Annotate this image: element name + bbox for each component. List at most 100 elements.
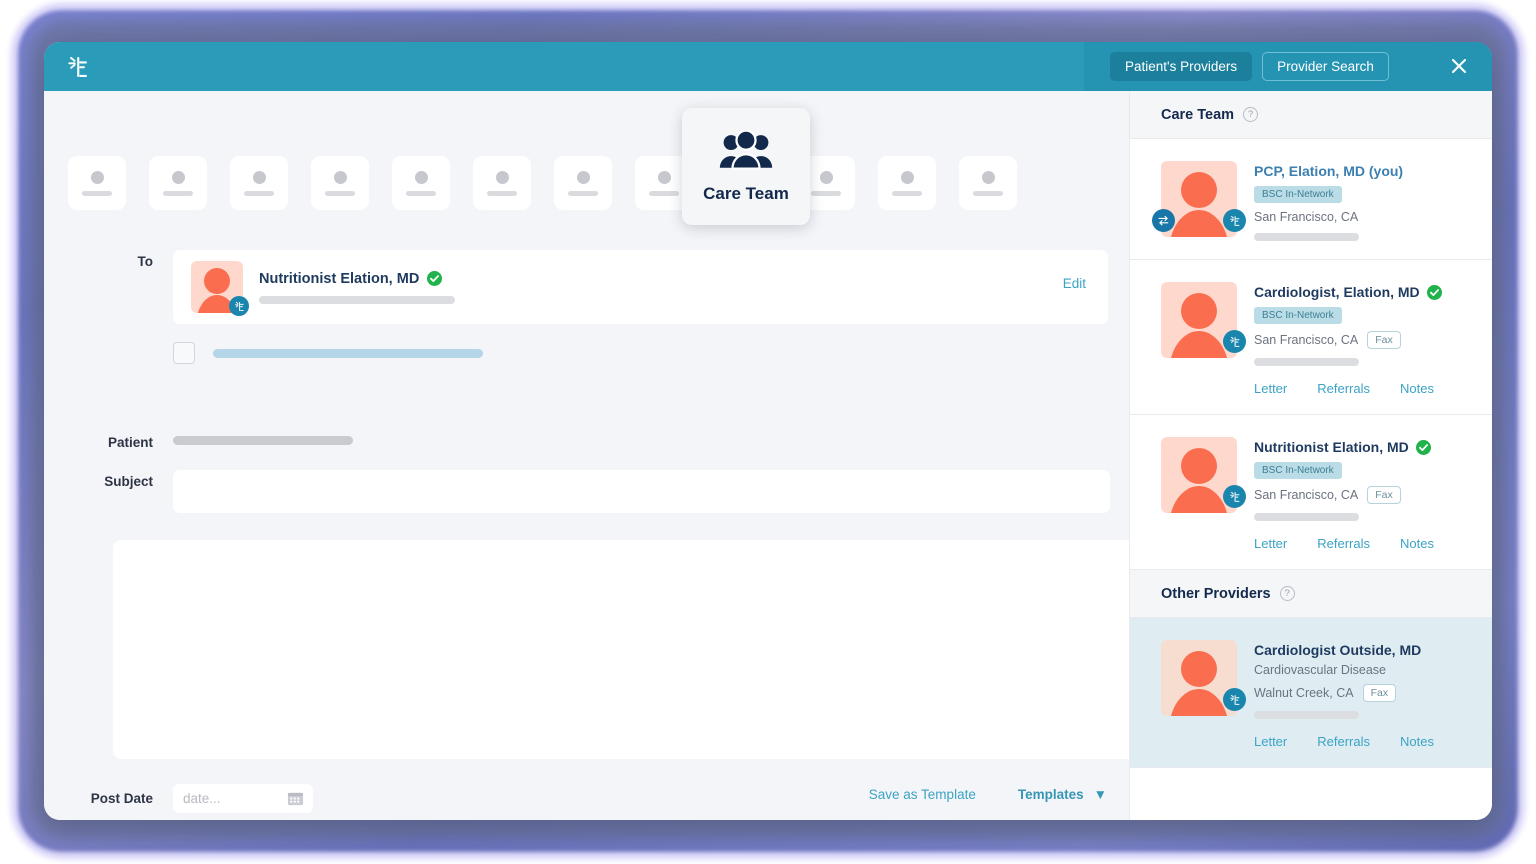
referrals-link[interactable]: Referrals — [1317, 734, 1370, 749]
placeholder-dot — [658, 171, 671, 184]
toolbar-placeholder-icon[interactable] — [554, 156, 612, 210]
care-team-tooltip-label: Care Team — [703, 184, 789, 204]
tab-patients-providers[interactable]: Patient's Providers — [1110, 52, 1252, 81]
recipient-details: Nutritionist Elation, MD — [259, 271, 455, 304]
placeholder-dot — [577, 171, 590, 184]
template-actions: Save as Template Templates ▼ — [869, 787, 1107, 802]
placeholder-bar — [487, 191, 517, 196]
referrals-link[interactable]: Referrals — [1317, 536, 1370, 551]
post-date-row: Post Date date... — [68, 784, 313, 813]
provider-actions: Letter Referrals Notes — [1254, 381, 1472, 396]
provider-detail-placeholder — [1254, 513, 1359, 521]
post-date-input[interactable]: date... — [173, 784, 313, 813]
provider-card[interactable]: Nutritionist Elation, MD BSC In-Network … — [1130, 415, 1492, 570]
subject-field-row: Subject — [68, 470, 1110, 513]
provider-name[interactable]: Nutritionist Elation, MD — [1254, 439, 1409, 455]
notes-link[interactable]: Notes — [1400, 734, 1434, 749]
placeholder-dot — [901, 171, 914, 184]
cc-checkbox[interactable] — [173, 342, 195, 364]
placeholder-bar — [406, 191, 436, 196]
toolbar-placeholder-icon[interactable] — [68, 156, 126, 210]
tab-provider-search-label: Provider Search — [1277, 59, 1374, 74]
provider-avatar — [1161, 161, 1237, 237]
fax-button[interactable]: Fax — [1363, 684, 1397, 702]
provider-card[interactable]: Cardiologist Outside, MD Cardiovascular … — [1130, 618, 1492, 768]
placeholder-dot — [334, 171, 347, 184]
provider-avatar — [1161, 640, 1237, 716]
placeholder-bar — [325, 191, 355, 196]
toolbar-placeholder-icon[interactable] — [311, 156, 369, 210]
provider-location: Walnut Creek, CA — [1254, 686, 1354, 700]
swap-icon[interactable] — [1152, 209, 1175, 232]
provider-card[interactable]: PCP, Elation, MD (you) BSC In-Network Sa… — [1130, 139, 1492, 260]
elation-logo-icon — [1223, 209, 1246, 232]
placeholder-dot — [91, 171, 104, 184]
toolbar-placeholder-icon[interactable] — [149, 156, 207, 210]
tab-patients-providers-label: Patient's Providers — [1125, 59, 1237, 74]
post-date-placeholder: date... — [183, 791, 221, 806]
provider-name[interactable]: Cardiologist, Elation, MD — [1254, 284, 1420, 300]
patient-value-placeholder — [173, 436, 353, 445]
provider-actions: Letter Referrals Notes — [1254, 536, 1472, 551]
other-providers-section-title: Other Providers — [1161, 586, 1271, 602]
save-as-template-link[interactable]: Save as Template — [869, 787, 976, 802]
toolbar-placeholder-icon[interactable] — [230, 156, 288, 210]
provider-name[interactable]: PCP, Elation, MD (you) — [1254, 163, 1403, 179]
provider-detail-placeholder — [1254, 711, 1359, 719]
help-icon[interactable]: ? — [1243, 107, 1258, 122]
tab-provider-search[interactable]: Provider Search — [1262, 52, 1389, 81]
fax-button[interactable]: Fax — [1367, 331, 1401, 349]
compose-message-pane: Care Team To — [44, 91, 1129, 820]
provider-detail-placeholder — [1254, 233, 1359, 241]
calendar-icon[interactable] — [287, 790, 304, 812]
provider-name[interactable]: Cardiologist Outside, MD — [1254, 642, 1421, 658]
elation-logo-icon — [1223, 688, 1246, 711]
app-top-bar: Patient's Providers Provider Search — [44, 42, 1492, 91]
verified-check-icon — [1427, 285, 1442, 300]
placeholder-bar — [811, 191, 841, 196]
network-badge: BSC In-Network — [1254, 462, 1342, 479]
network-badge: BSC In-Network — [1254, 186, 1342, 203]
verified-check-icon — [427, 271, 442, 286]
provider-actions: Letter Referrals Notes — [1254, 734, 1472, 749]
cc-label-placeholder — [213, 349, 483, 358]
templates-dropdown[interactable]: Templates ▼ — [1018, 787, 1107, 802]
care-team-tooltip-card[interactable]: Care Team — [682, 108, 810, 225]
toolbar-placeholder-icon[interactable] — [959, 156, 1017, 210]
to-recipient-box[interactable]: Nutritionist Elation, MD Edit — [173, 250, 1108, 324]
subject-input[interactable] — [173, 470, 1110, 513]
notes-link[interactable]: Notes — [1400, 381, 1434, 396]
referrals-link[interactable]: Referrals — [1317, 381, 1370, 396]
placeholder-bar — [649, 191, 679, 196]
placeholder-dot — [982, 171, 995, 184]
placeholder-dot — [496, 171, 509, 184]
subject-label: Subject — [68, 470, 173, 489]
placeholder-bar — [163, 191, 193, 196]
edit-recipient-link[interactable]: Edit — [1063, 276, 1086, 291]
care-team-people-icon — [718, 130, 774, 175]
other-providers-section-header: Other Providers ? — [1130, 570, 1492, 618]
toolbar-placeholder-icon[interactable] — [473, 156, 531, 210]
placeholder-bar — [892, 191, 922, 196]
help-icon[interactable]: ? — [1280, 586, 1295, 601]
letter-link[interactable]: Letter — [1254, 381, 1287, 396]
provider-card[interactable]: Cardiologist, Elation, MD BSC In-Network… — [1130, 260, 1492, 415]
toolbar-placeholder-icon[interactable] — [878, 156, 936, 210]
fax-button[interactable]: Fax — [1367, 486, 1401, 504]
message-body-editor[interactable] — [113, 540, 1148, 759]
toolbar-placeholder-icon[interactable] — [392, 156, 450, 210]
patient-field-row: Patient — [68, 431, 353, 450]
patient-label: Patient — [68, 431, 173, 450]
close-icon[interactable] — [1448, 55, 1470, 77]
letter-link[interactable]: Letter — [1254, 734, 1287, 749]
providers-panel: Care Team ? — [1129, 91, 1492, 820]
recipient-detail-placeholder — [259, 296, 455, 304]
screenshot-frame: Patient's Providers Provider Search — [0, 0, 1536, 864]
care-team-section-header: Care Team ? — [1130, 91, 1492, 139]
network-badge: BSC In-Network — [1254, 307, 1342, 324]
letter-link[interactable]: Letter — [1254, 536, 1287, 551]
elation-logo-icon — [1223, 330, 1246, 353]
recipient-name: Nutritionist Elation, MD — [259, 271, 419, 287]
notes-link[interactable]: Notes — [1400, 536, 1434, 551]
provider-location: San Francisco, CA — [1254, 488, 1358, 502]
